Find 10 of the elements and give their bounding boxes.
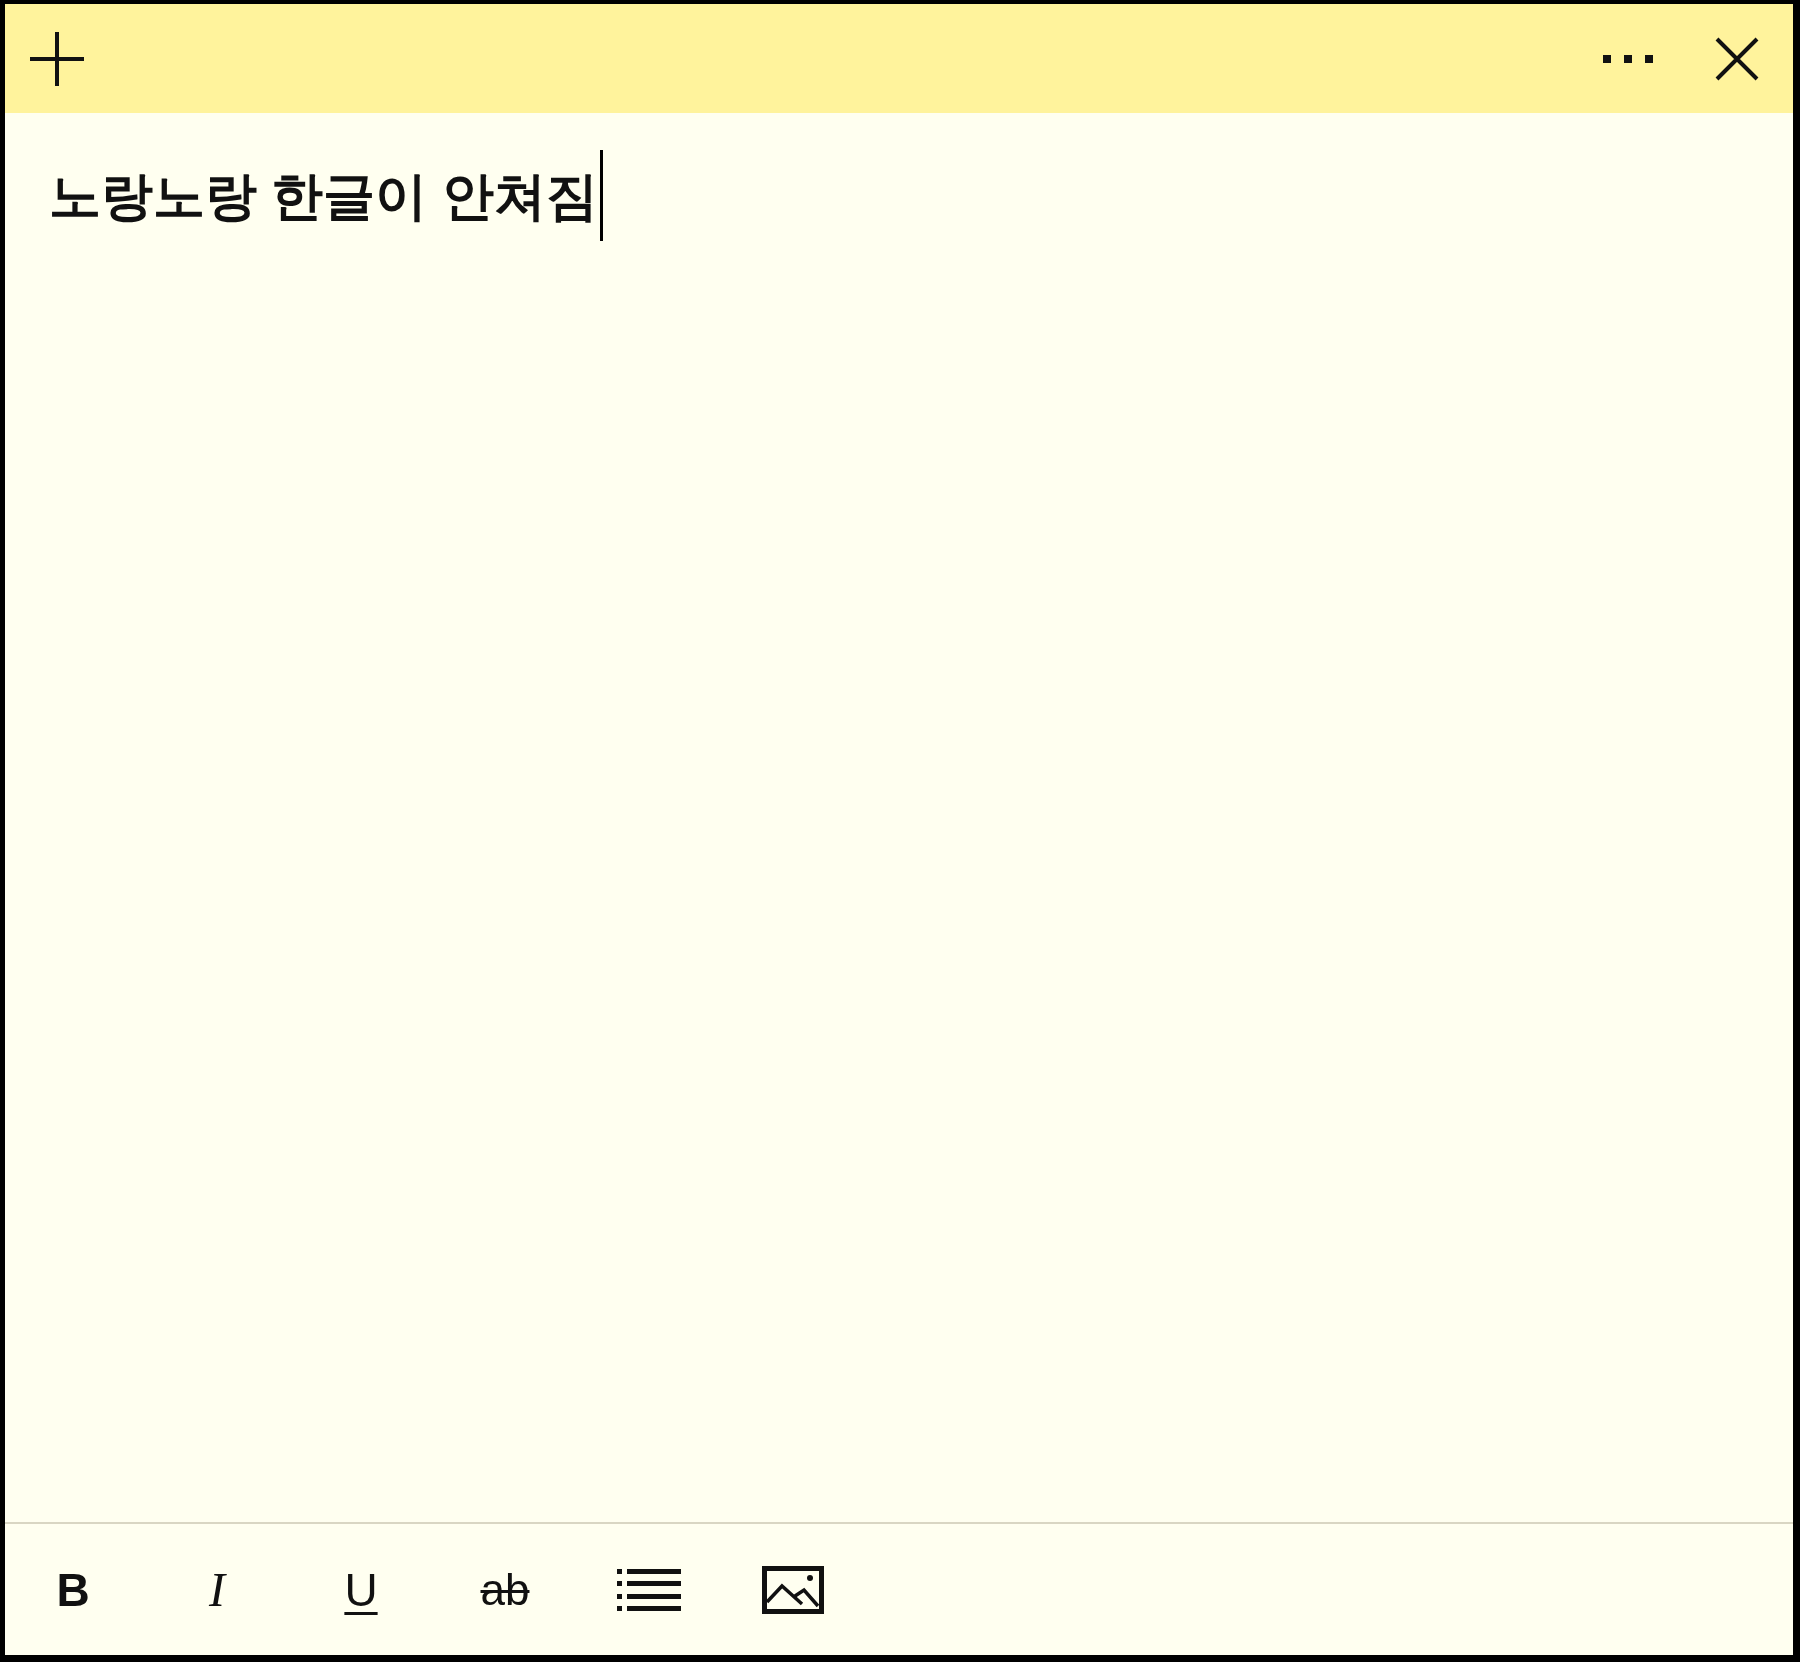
note-text[interactable]: 노랑노랑 한글이 안쳐짐 — [49, 161, 598, 230]
italic-button[interactable]: I — [167, 1539, 267, 1640]
close-icon — [1715, 36, 1759, 81]
underline-button[interactable]: U — [311, 1539, 411, 1640]
more-icon — [1603, 54, 1653, 63]
bold-button[interactable]: B — [23, 1539, 123, 1640]
list-icon — [617, 1567, 681, 1612]
strikethrough-button[interactable]: ab — [455, 1539, 555, 1640]
image-icon — [762, 1565, 824, 1614]
plus-icon — [30, 31, 84, 86]
